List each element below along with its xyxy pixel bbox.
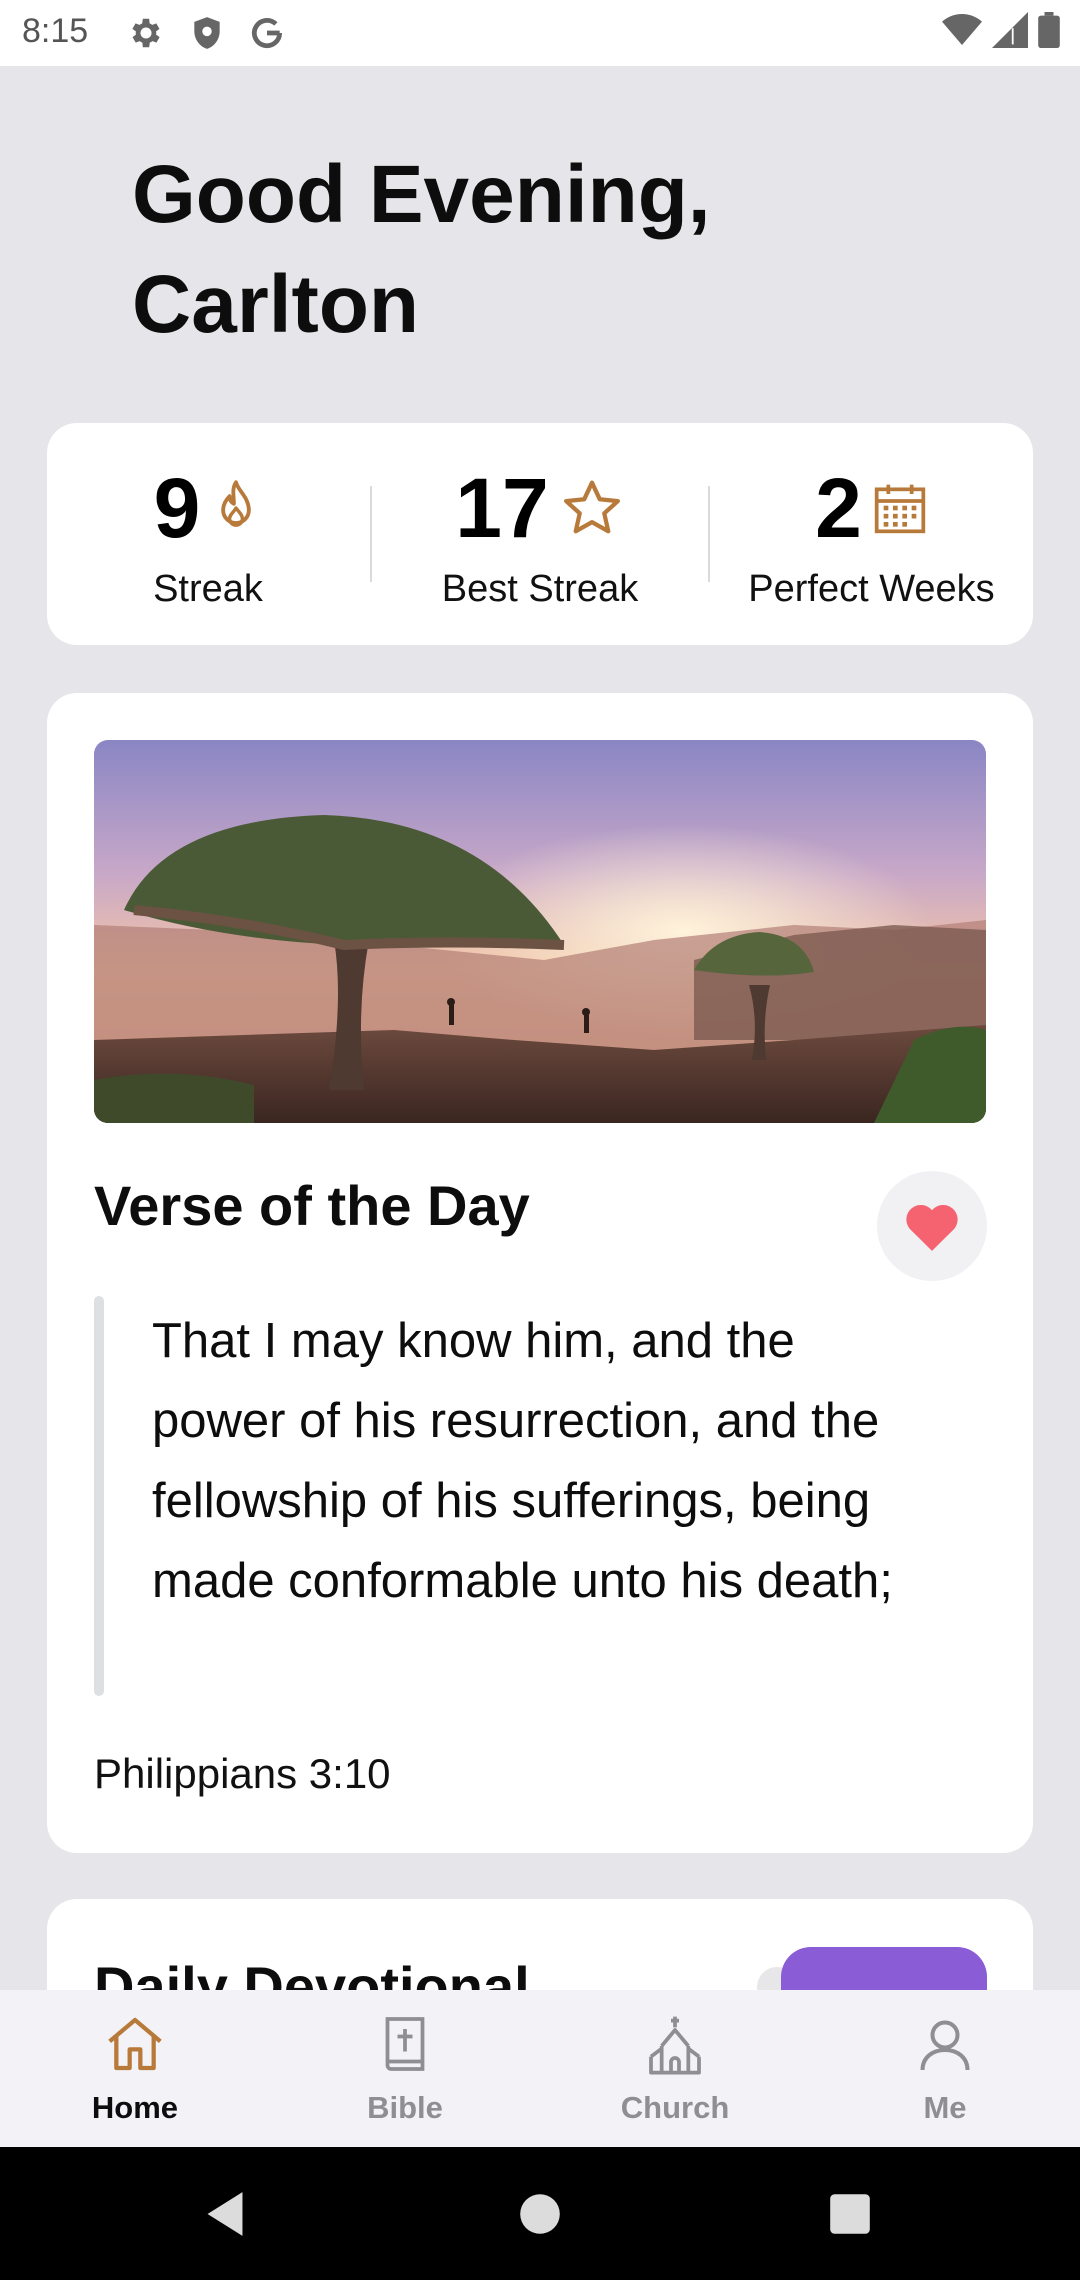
heart-icon	[906, 1204, 958, 1251]
verse-card: Verse of the Day That I may know him, an…	[47, 693, 1033, 1853]
nav-home[interactable]: Home	[0, 1990, 270, 2147]
verse-reference: Philippians 3:10	[94, 1750, 391, 1797]
quote-bar	[94, 1296, 104, 1696]
bottom-nav: Home Bible Church Me	[0, 1990, 1080, 2147]
star-icon	[563, 480, 620, 534]
favorite-button[interactable]	[877, 1171, 987, 1281]
person-icon	[920, 2020, 970, 2071]
system-nav-bar	[0, 2147, 1080, 2280]
verse-image	[94, 740, 986, 1123]
back-button[interactable]	[165, 2147, 285, 2280]
nav-me-label: Me	[923, 2090, 967, 2125]
perfect-weeks-label: Perfect Weeks	[748, 568, 995, 610]
stat-best-streak[interactable]: 17 Best Streak	[372, 423, 708, 645]
flame-icon	[221, 480, 252, 527]
battery-icon	[1038, 12, 1060, 48]
user-name: Carlton	[132, 259, 419, 350]
wifi-icon	[942, 14, 982, 45]
perfect-weeks-value: 2	[815, 461, 862, 555]
back-icon	[207, 2191, 243, 2236]
nav-bible[interactable]: Bible	[270, 1990, 540, 2147]
verse-title: Verse of the Day	[94, 1174, 530, 1237]
streak-label: Streak	[153, 568, 263, 610]
circle-icon	[520, 2193, 560, 2234]
calendar-icon	[874, 484, 926, 534]
verse-text: That I may know him, and the power of hi…	[152, 1314, 893, 1608]
nav-me[interactable]: Me	[810, 1990, 1080, 2147]
square-icon	[830, 2193, 870, 2234]
bible-icon	[385, 2017, 425, 2071]
nav-church-label: Church	[620, 2090, 730, 2125]
greeting-line: Good Evening,	[132, 149, 711, 240]
home-system-button[interactable]	[480, 2147, 600, 2280]
nav-church[interactable]: Church	[540, 1990, 810, 2147]
google-icon	[251, 18, 283, 49]
nav-home-label: Home	[91, 2090, 179, 2125]
streak-value: 9	[153, 461, 201, 555]
nav-bible-label: Bible	[367, 2090, 443, 2125]
status-bar: 8:15	[0, 0, 1080, 66]
greeting: Good Evening, Carlton	[132, 140, 932, 360]
signal-icon	[992, 12, 1028, 48]
home-icon	[108, 2017, 162, 2071]
stat-streak[interactable]: 9 Streak	[47, 423, 369, 645]
best-streak-value: 17	[455, 461, 549, 555]
best-streak-label: Best Streak	[441, 568, 639, 610]
shield-icon	[194, 17, 220, 49]
status-time: 8:15	[22, 12, 89, 50]
stat-perfect-weeks[interactable]: 2 Perfect Weeks	[710, 423, 1033, 645]
church-icon	[649, 2016, 701, 2075]
gear-icon	[132, 18, 160, 48]
recents-button[interactable]	[790, 2147, 910, 2280]
stats-card: 9 Streak 17 Best Streak 2 Perfect Weeks	[47, 423, 1033, 645]
